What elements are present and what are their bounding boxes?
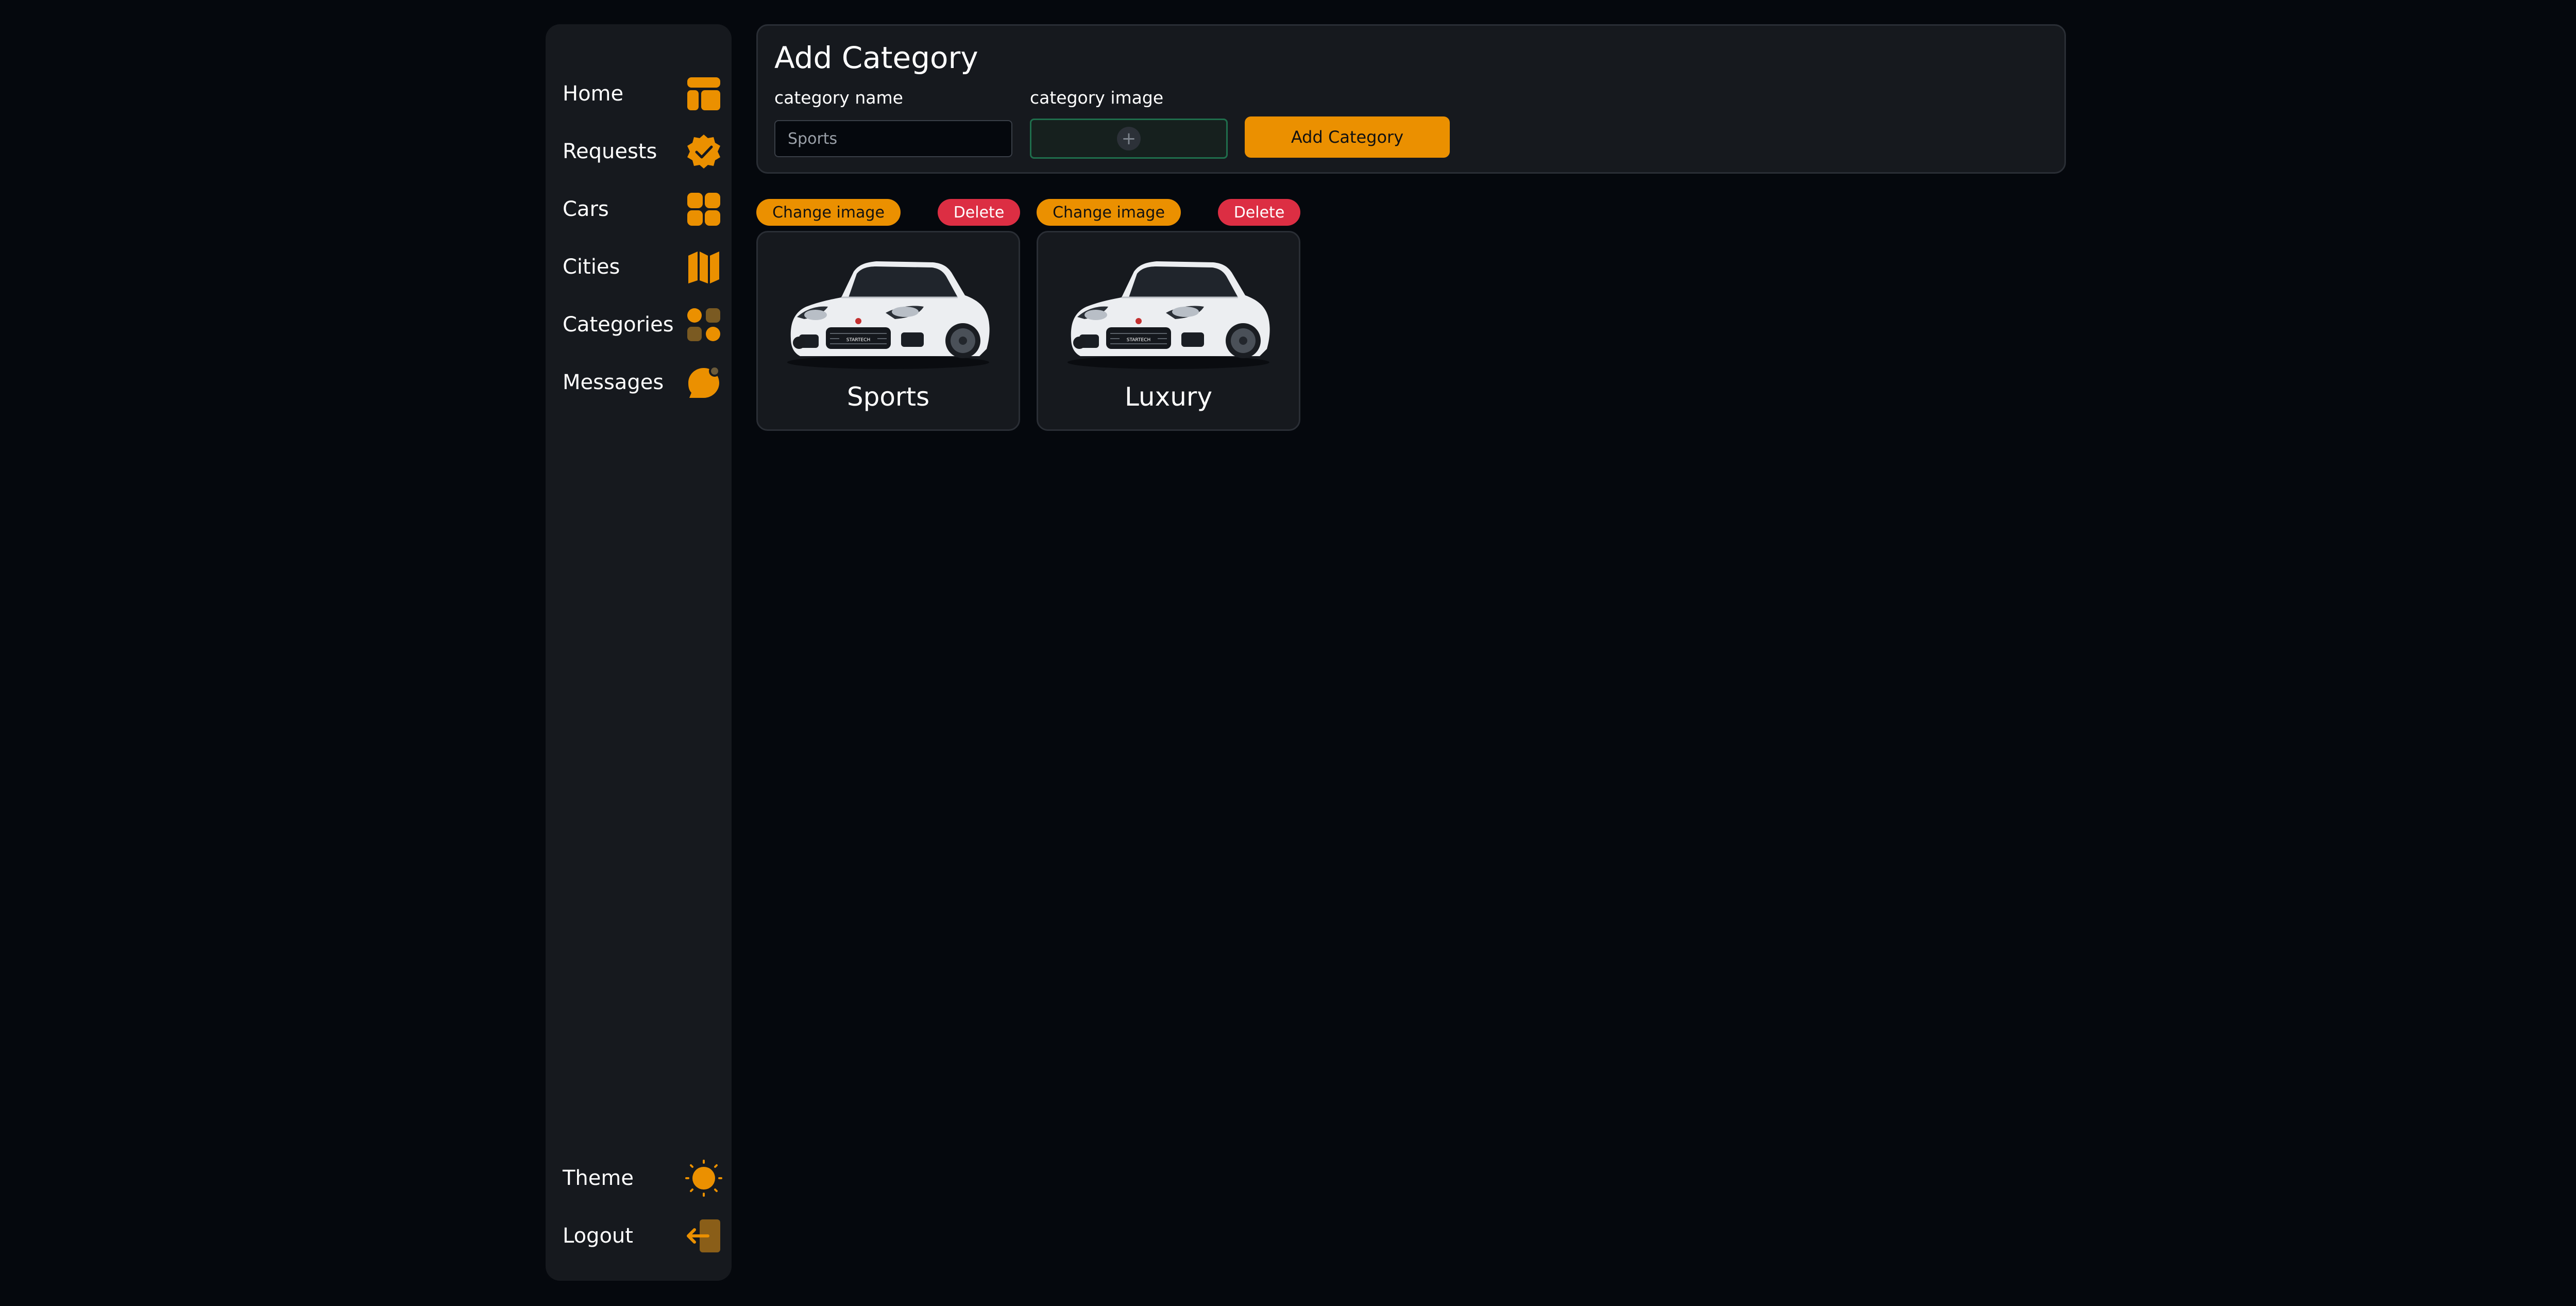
verified-badge-icon (685, 133, 722, 170)
sidebar-item-categories[interactable]: Categories (563, 302, 722, 348)
delete-button[interactable]: Delete (1218, 199, 1300, 226)
logout-icon (685, 1217, 722, 1254)
category-card[interactable]: STARTECH Sports (756, 231, 1020, 431)
map-icon (685, 248, 722, 286)
sidebar-item-label: Requests (563, 140, 657, 163)
category-image-picker[interactable]: + (1030, 119, 1228, 159)
grid-icon (685, 191, 722, 228)
category-name: Sports (846, 382, 930, 412)
chat-bubble-icon (685, 364, 722, 401)
plate-text: STARTECH (846, 338, 871, 343)
category-dots-icon (685, 306, 722, 343)
sidebar-item-cars[interactable]: Cars (563, 186, 722, 232)
sidebar-item-label: Logout (563, 1224, 633, 1248)
delete-button[interactable]: Delete (938, 199, 1020, 226)
sidebar-item-label: Home (563, 82, 624, 106)
sidebar-item-cities[interactable]: Cities (563, 244, 722, 290)
page-title: Add Category (774, 40, 978, 75)
sidebar-item-label: Messages (563, 371, 664, 394)
category-name-label: category name (774, 88, 903, 108)
sidebar-item-home[interactable]: Home (563, 71, 722, 117)
sidebar-item-label: Categories (563, 313, 674, 337)
sidebar: Home Requests Cars Cities Categories Mes… (546, 24, 732, 1281)
sun-icon (685, 1160, 722, 1197)
category-name: Luxury (1124, 382, 1213, 412)
sidebar-item-requests[interactable]: Requests (563, 128, 722, 175)
change-image-button[interactable]: Change image (756, 199, 901, 226)
sidebar-item-label: Cities (563, 255, 620, 279)
layout-icon (685, 75, 722, 112)
sidebar-item-label: Theme (563, 1166, 634, 1190)
category-card[interactable]: STARTECH Luxury (1037, 231, 1300, 431)
car-image: STARTECH (1064, 248, 1273, 372)
sidebar-item-logout[interactable]: Logout (563, 1213, 722, 1259)
plus-icon: + (1117, 127, 1141, 150)
change-image-button[interactable]: Change image (1037, 199, 1181, 226)
sidebar-item-theme[interactable]: Theme (563, 1155, 722, 1201)
category-name-input[interactable] (774, 120, 1012, 157)
plate-text: STARTECH (1127, 338, 1151, 343)
sidebar-item-label: Cars (563, 197, 609, 221)
add-category-form: Add Category category name category imag… (756, 24, 2066, 174)
sidebar-item-messages[interactable]: Messages (563, 359, 722, 406)
category-image-label: category image (1030, 88, 1164, 108)
car-image: STARTECH (784, 248, 993, 372)
add-category-button[interactable]: Add Category (1245, 116, 1450, 158)
